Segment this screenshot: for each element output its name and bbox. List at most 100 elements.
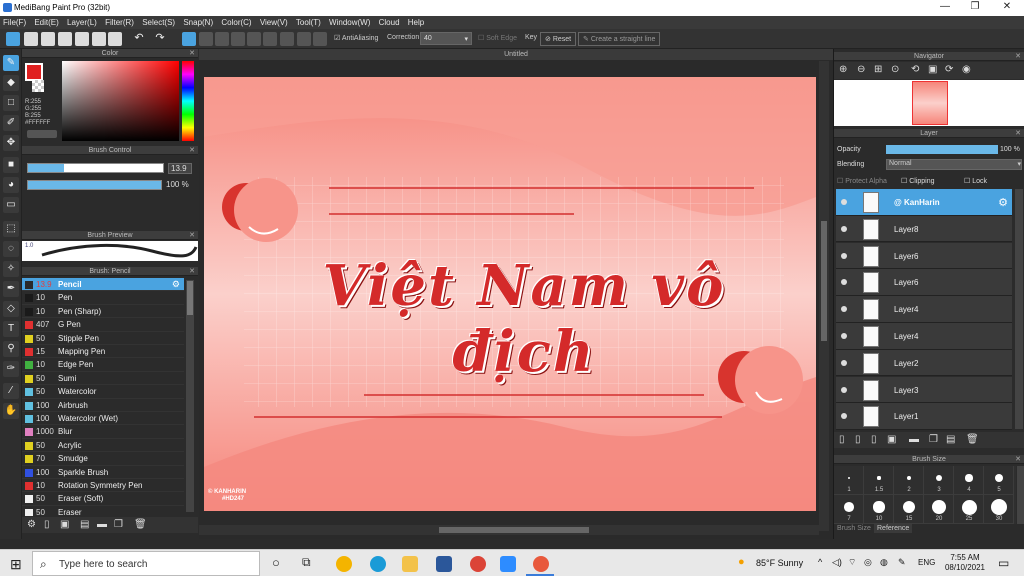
rotate-right-icon[interactable]: ⟳ — [945, 64, 953, 75]
brush-size-cell[interactable]: 5 — [984, 466, 1014, 495]
brush-item[interactable]: 15 Mapping Pen — [22, 345, 184, 359]
straight-line-button[interactable]: ✎ Create a straight line — [578, 32, 661, 46]
brush-size-cell[interactable]: 4 — [954, 466, 984, 495]
brush-size-value[interactable]: 13.9 — [168, 163, 192, 174]
eyedropper-icon[interactable]: ⁄ — [3, 383, 19, 399]
close-icon[interactable]: ✕ — [189, 267, 195, 276]
brush-item[interactable]: 10 Edge Pen — [22, 358, 184, 372]
brush-copy-icon[interactable]: ❐ — [114, 519, 123, 530]
brush-menu-icon[interactable]: ▣ — [60, 519, 69, 530]
reference-tab[interactable]: Reference — [874, 524, 913, 533]
flip-icon[interactable]: ▣ — [928, 64, 937, 75]
new-halftone-layer-icon[interactable]: ▯ — [855, 434, 861, 445]
brush-item[interactable]: 50 Eraser (Soft) — [22, 492, 184, 506]
new-8bit-layer-icon[interactable]: ▯ — [871, 434, 877, 445]
note-icon[interactable] — [58, 32, 72, 46]
brush-item[interactable]: 100 Watercolor (Wet) — [22, 412, 184, 426]
clipping-checkbox[interactable]: ☐ Clipping — [901, 177, 935, 185]
canvas-tab[interactable]: Untitled — [199, 49, 833, 60]
visibility-icon[interactable] — [841, 252, 847, 259]
vertical-scrollbar[interactable] — [819, 61, 829, 531]
search-box[interactable]: ⌕ Type here to search — [32, 551, 260, 576]
layer-row[interactable]: Layer6 — [836, 242, 1012, 270]
clock[interactable]: 7:55 AM 08/10/2021 — [943, 553, 987, 573]
weather-text[interactable]: 85°F Sunny — [756, 558, 803, 568]
brush-item[interactable]: 50 Sumi — [22, 372, 184, 386]
visibility-icon[interactable] — [841, 359, 847, 366]
visibility-icon[interactable] — [841, 279, 847, 286]
brush-item[interactable]: 50 Acrylic — [22, 439, 184, 453]
close-button[interactable]: ✕ — [992, 1, 1022, 12]
word-icon[interactable] — [436, 556, 452, 572]
layer-row[interactable]: Layer4 — [836, 296, 1012, 323]
menu-select[interactable]: Select(S) — [139, 16, 178, 27]
task-view-icon[interactable]: ⧉ — [302, 555, 311, 570]
tray-chevron-icon[interactable]: ^ — [818, 557, 822, 567]
menu-filter[interactable]: Filter(R) — [102, 16, 137, 27]
layer-row[interactable]: Layer1 — [836, 403, 1012, 430]
restore-button[interactable]: ❐ — [960, 1, 990, 12]
wifi-icon[interactable]: ⌔ — [848, 557, 856, 568]
gradient-tool-icon[interactable]: ▭ — [3, 197, 19, 213]
share-icon[interactable] — [24, 32, 38, 46]
navigator-preview[interactable] — [834, 80, 1024, 126]
menu-help[interactable]: Help — [405, 16, 427, 27]
merge-layer-icon[interactable]: ▤ — [946, 434, 955, 445]
artwork-canvas[interactable]: Việt Nam vô địch © KANHARIN #HD247 — [204, 77, 816, 511]
layer-row[interactable]: Layer4 — [836, 323, 1012, 350]
brush-size-slider[interactable] — [27, 163, 164, 173]
close-icon[interactable]: ✕ — [189, 146, 195, 155]
visibility-icon[interactable] — [841, 306, 847, 313]
brush-size-scrollbar[interactable] — [1017, 466, 1024, 524]
volume-icon[interactable]: ◁) — [832, 557, 842, 568]
hue-slider[interactable] — [182, 61, 194, 141]
brush-item[interactable]: 10 Rotation Symmetry Pen — [22, 479, 184, 493]
chrome-profile-icon[interactable] — [470, 556, 486, 572]
cortana-icon[interactable]: ○ — [272, 555, 280, 570]
brush-size-cell[interactable]: 25 — [954, 495, 984, 524]
menu-edit[interactable]: Edit(E) — [31, 16, 61, 27]
layout-icon[interactable] — [108, 32, 122, 46]
shape-tool-icon[interactable]: ■ — [3, 157, 19, 173]
brush-size-cell[interactable]: 15 — [894, 495, 924, 524]
windows-start-icon[interactable]: ⊞ — [10, 556, 22, 573]
chrome-icon[interactable] — [336, 556, 352, 572]
snap-curve-icon[interactable] — [280, 32, 294, 46]
brush-size-cell[interactable]: 10 — [864, 495, 894, 524]
delete-layer-icon[interactable]: 🗑 — [966, 434, 979, 445]
layer-row[interactable]: Layer8 — [836, 215, 1012, 243]
snap-crisscross-icon[interactable] — [215, 32, 229, 46]
layer-row[interactable]: Layer2 — [836, 349, 1012, 377]
menu-view[interactable]: View(V) — [257, 16, 291, 27]
brush-size-tab[interactable]: Brush Size — [837, 525, 871, 532]
dot-tool-icon[interactable]: □ — [3, 95, 19, 111]
select-eraser-icon[interactable]: ◇ — [3, 301, 19, 317]
add-layer-menu-icon[interactable]: ▣ — [887, 434, 896, 445]
brush-item[interactable]: 10 Pen — [22, 291, 184, 305]
menu-snap[interactable]: Snap(N) — [180, 16, 216, 27]
horizontal-scrollbar[interactable] — [199, 525, 819, 535]
brush-opacity-slider[interactable] — [27, 180, 162, 190]
snap-parallel-icon[interactable] — [199, 32, 213, 46]
visibility-icon[interactable] — [841, 333, 847, 339]
sub-color-swatch[interactable] — [32, 80, 44, 92]
layer-list-scrollbar[interactable] — [1015, 189, 1023, 429]
layer-row[interactable]: @ KanHarin ⚙ — [836, 189, 1012, 216]
color-mode-buttons[interactable] — [27, 130, 57, 138]
close-icon[interactable]: ✕ — [189, 231, 195, 240]
menu-window[interactable]: Window(W) — [326, 16, 373, 27]
folder-icon[interactable]: ▬ — [909, 434, 919, 445]
cloud-save-icon[interactable] — [6, 32, 20, 46]
protect-alpha-checkbox[interactable]: ☐ Protect Alpha — [837, 177, 887, 185]
close-icon[interactable]: ✕ — [189, 49, 195, 58]
new-brush-icon[interactable]: ▯ — [44, 519, 50, 530]
brush-item[interactable]: 100 Airbrush — [22, 399, 184, 412]
operation-tool-icon[interactable]: ⚲ — [3, 341, 19, 357]
menu-cloud[interactable]: Cloud — [376, 16, 403, 27]
brush-item[interactable]: 50 Watercolor — [22, 385, 184, 399]
brush-item[interactable]: 407 G Pen — [22, 318, 184, 332]
visibility-icon[interactable] — [841, 199, 847, 205]
brush-list-scrollbar[interactable] — [186, 280, 194, 512]
comment-icon[interactable] — [41, 32, 55, 46]
move-tool-icon[interactable]: ✥ — [3, 135, 19, 151]
